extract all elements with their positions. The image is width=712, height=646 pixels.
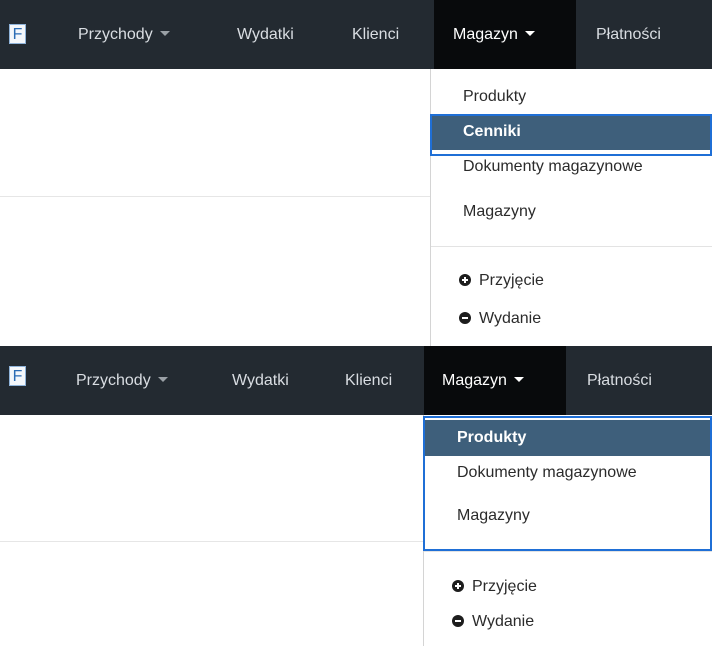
nav-wydatki-label: Wydatki xyxy=(237,26,294,43)
screenshot-panel-top: F Przychody Wydatki Klienci Magazyn Płat… xyxy=(0,0,712,346)
nav-platnosci[interactable]: Płatności xyxy=(567,346,672,415)
plus-circle-icon xyxy=(459,273,471,286)
menu-item-magazyny[interactable]: Magazyny xyxy=(431,194,712,230)
nav-wydatki-label: Wydatki xyxy=(232,372,289,389)
menu-item-produkty[interactable]: Produkty xyxy=(431,79,712,115)
menu-item-przyjecie[interactable]: Przyjęcie xyxy=(424,569,711,605)
chevron-down-icon xyxy=(157,377,168,383)
chevron-down-icon xyxy=(159,31,170,37)
menu-item-przyjecie-label: Przyjęcie xyxy=(479,272,544,289)
top-navbar: F Przychody Wydatki Klienci Magazyn Płat… xyxy=(0,346,712,415)
menu-item-przyjecie[interactable]: Przyjęcie xyxy=(431,263,712,299)
nav-magazyn-label: Magazyn xyxy=(442,372,507,389)
menu-item-cenniki[interactable]: Cenniki xyxy=(431,114,712,150)
nav-wydatki[interactable]: Wydatki xyxy=(219,0,312,69)
app-logo-icon[interactable]: F xyxy=(9,366,26,386)
minus-circle-icon xyxy=(452,614,464,627)
nav-przychody-label: Przychody xyxy=(78,26,153,43)
content-divider xyxy=(0,196,430,197)
menu-item-dokumenty-magazynowe[interactable]: Dokumenty magazynowe xyxy=(424,455,711,491)
nav-wydatki[interactable]: Wydatki xyxy=(214,346,307,415)
nav-przychody[interactable]: Przychody xyxy=(58,346,186,415)
chevron-down-icon xyxy=(513,377,524,383)
menu-item-wydanie-label: Wydanie xyxy=(472,613,535,630)
menu-divider xyxy=(424,551,712,552)
magazyn-dropdown-menu: Produkty Cenniki Dokumenty magazynowe Ma… xyxy=(430,69,712,346)
plus-circle-icon xyxy=(452,579,464,592)
menu-item-wydanie-label: Wydanie xyxy=(479,310,542,327)
nav-przychody-label: Przychody xyxy=(76,372,151,389)
nav-platnosci-label: Płatności xyxy=(596,26,661,43)
menu-item-przyjecie-label: Przyjęcie xyxy=(472,578,537,595)
app-logo-icon[interactable]: F xyxy=(9,24,26,44)
nav-platnosci-label: Płatności xyxy=(587,372,652,389)
nav-klienci-label: Klienci xyxy=(345,372,393,389)
menu-item-magazyny[interactable]: Magazyny xyxy=(424,498,711,534)
nav-klienci[interactable]: Klienci xyxy=(334,0,417,69)
nav-magazyn[interactable]: Magazyn xyxy=(424,346,566,415)
menu-item-dokumenty-magazynowe[interactable]: Dokumenty magazynowe xyxy=(431,149,712,185)
top-navbar: F Przychody Wydatki Klienci Magazyn Płat… xyxy=(0,0,712,69)
nav-klienci-label: Klienci xyxy=(352,26,400,43)
nav-magazyn[interactable]: Magazyn xyxy=(434,0,576,69)
chevron-down-icon xyxy=(524,31,535,37)
menu-item-wydanie[interactable]: Wydanie xyxy=(431,301,712,337)
magazyn-dropdown-menu: Produkty Dokumenty magazynowe Magazyny P… xyxy=(423,415,712,646)
menu-item-produkty[interactable]: Produkty xyxy=(424,420,711,456)
nav-klienci[interactable]: Klienci xyxy=(327,346,410,415)
screenshot-panel-bottom: F Przychody Wydatki Klienci Magazyn Płat… xyxy=(0,346,712,646)
nav-platnosci[interactable]: Płatności xyxy=(577,0,680,69)
menu-divider xyxy=(431,246,712,247)
minus-circle-icon xyxy=(459,311,471,324)
content-divider xyxy=(0,541,424,542)
nav-przychody[interactable]: Przychody xyxy=(60,0,188,69)
menu-item-wydanie[interactable]: Wydanie xyxy=(424,604,711,640)
nav-magazyn-label: Magazyn xyxy=(453,26,518,43)
